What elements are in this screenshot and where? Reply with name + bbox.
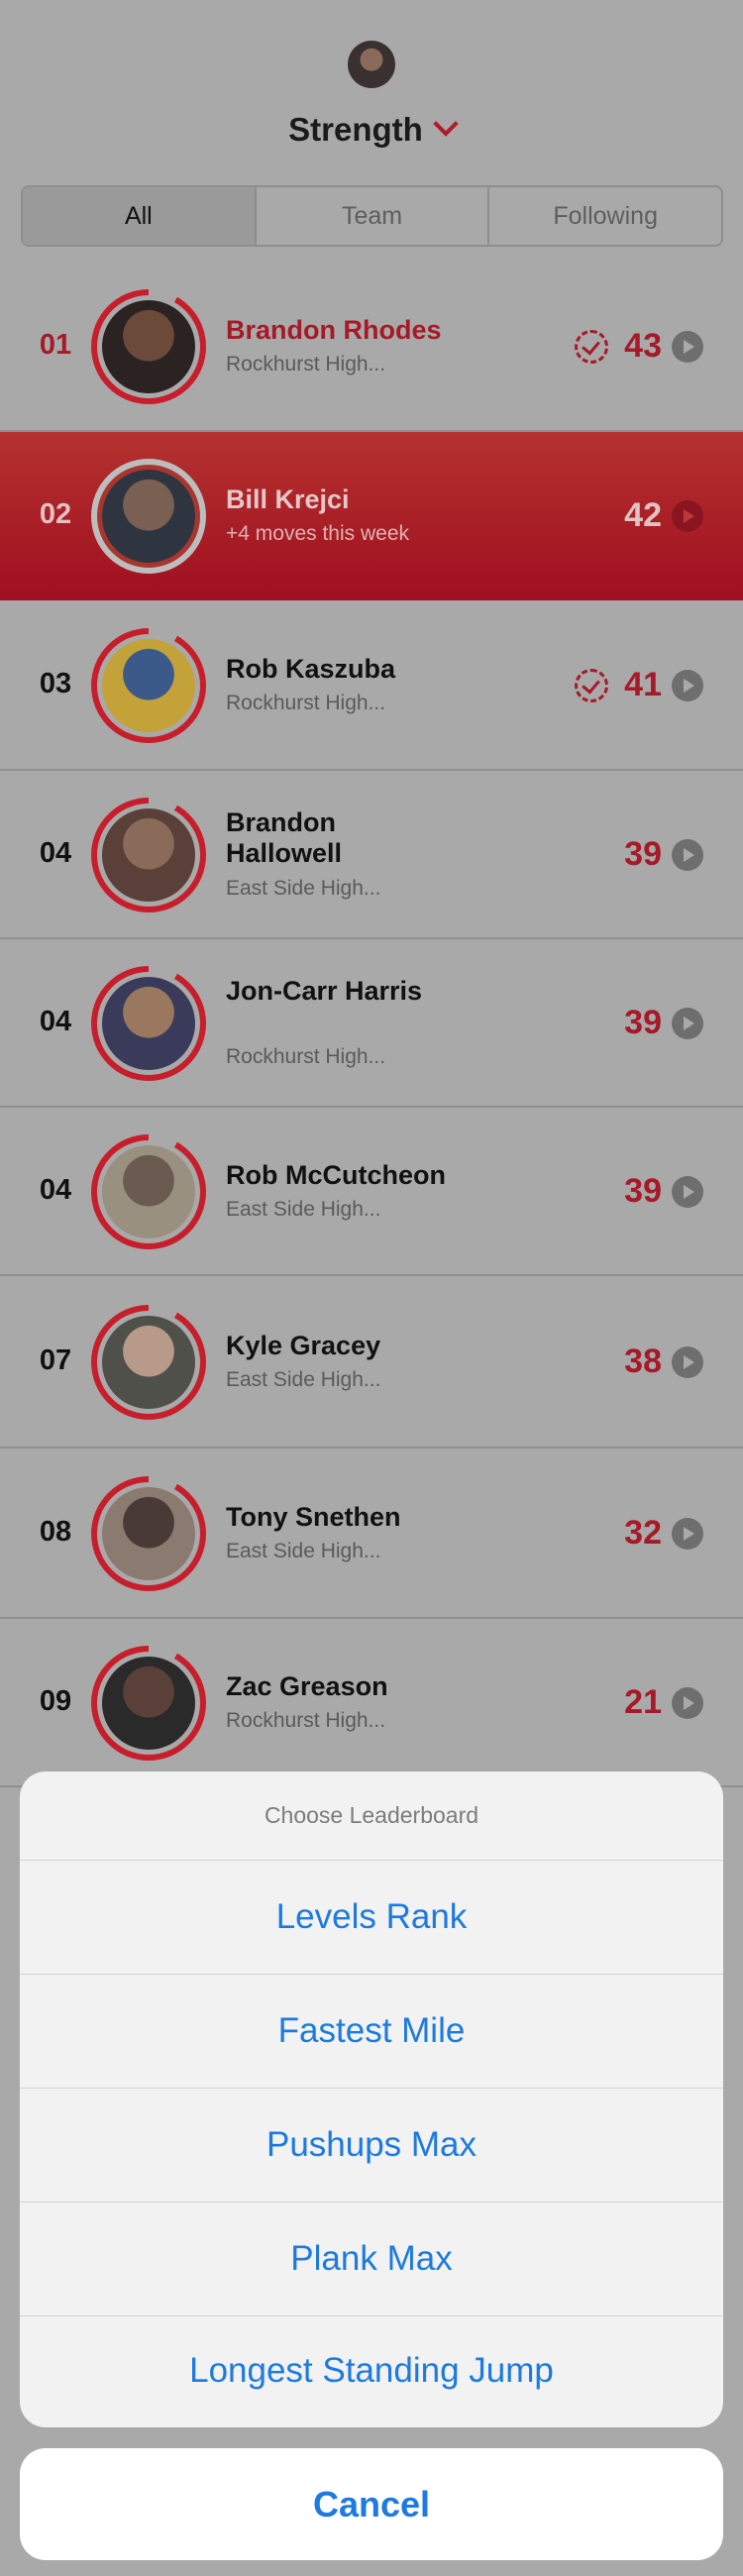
- tab-following[interactable]: Following: [489, 187, 721, 245]
- player-score: 39: [624, 835, 662, 873]
- player-name[interactable]: Kyle Gracey: [226, 1331, 454, 1361]
- player-subtitle: East Side High...: [226, 1540, 381, 1562]
- leaderboard-row[interactable]: 09 Zac Greason Rockhurst High... 21: [0, 1619, 743, 1787]
- player-name[interactable]: Brandon Rhodes: [226, 315, 454, 346]
- player-subtitle: Rockhurst High...: [226, 353, 386, 376]
- leaderboard-row[interactable]: 04 Rob McCutcheon East Side High... 39: [0, 1108, 743, 1276]
- cancel-button[interactable]: Cancel: [20, 2448, 723, 2560]
- option-plank-max[interactable]: Plank Max: [20, 2202, 723, 2316]
- avatar[interactable]: [91, 1646, 206, 1761]
- leaderboard-row[interactable]: 08 Tony Snethen East Side High... 32: [0, 1449, 743, 1619]
- avatar[interactable]: [91, 1476, 206, 1591]
- page-title[interactable]: Strength: [288, 111, 423, 148]
- player-photo: [102, 470, 195, 563]
- player-subtitle: Rockhurst High...: [226, 1709, 386, 1732]
- player-photo: [102, 1145, 195, 1238]
- player-score: 39: [624, 1004, 662, 1041]
- player-name[interactable]: Jon-Carr Harris: [226, 976, 454, 1007]
- player-score: 21: [624, 1683, 662, 1721]
- filter-segmented-control: All Team Following: [21, 185, 723, 247]
- option-levels-rank[interactable]: Levels Rank: [20, 1861, 723, 1975]
- choose-leaderboard-sheet: Choose Leaderboard Levels Rank Fastest M…: [20, 1771, 723, 2427]
- player-photo: [102, 300, 195, 393]
- avatar[interactable]: [91, 1305, 206, 1420]
- avatar[interactable]: [91, 289, 206, 404]
- player-score: 42: [624, 496, 662, 534]
- player-photo: [102, 808, 195, 902]
- player-subtitle: +4 moves this week: [226, 522, 410, 545]
- leaderboard-row[interactable]: 01 Brandon Rhodes Rockhurst High... 43: [0, 262, 743, 432]
- tab-team[interactable]: Team: [257, 187, 490, 245]
- player-photo: [102, 977, 195, 1070]
- avatar[interactable]: [91, 459, 206, 574]
- play-icon[interactable]: [672, 1687, 703, 1719]
- player-name[interactable]: Zac Greason: [226, 1671, 454, 1702]
- verified-check-icon: [575, 330, 608, 364]
- player-subtitle: Rockhurst High...: [226, 692, 386, 714]
- avatar[interactable]: [91, 1134, 206, 1249]
- leaderboard-row[interactable]: 04 Brandon Hallowell East Side High... 39: [0, 771, 743, 939]
- leaderboard-row[interactable]: 04 Jon-Carr Harris Rockhurst High... 39: [0, 939, 743, 1108]
- play-icon[interactable]: [672, 1518, 703, 1550]
- player-score: 43: [624, 327, 662, 365]
- sheet-title: Choose Leaderboard: [20, 1771, 723, 1861]
- play-icon[interactable]: [672, 1176, 703, 1208]
- player-photo: [102, 1657, 195, 1750]
- avatar[interactable]: [91, 798, 206, 912]
- player-photo: [102, 1316, 195, 1409]
- play-icon[interactable]: [672, 1346, 703, 1378]
- player-subtitle: East Side High...: [226, 1368, 381, 1391]
- leaderboard-row[interactable]: 03 Rob Kaszuba Rockhurst High... 41: [0, 600, 743, 771]
- play-icon[interactable]: [672, 500, 703, 532]
- play-icon[interactable]: [672, 670, 703, 701]
- avatar[interactable]: [91, 628, 206, 743]
- tab-all[interactable]: All: [23, 187, 257, 245]
- player-score: 32: [624, 1514, 662, 1552]
- player-name[interactable]: Tony Snethen: [226, 1502, 454, 1533]
- leaderboard-row[interactable]: 07 Kyle Gracey East Side High... 38: [0, 1276, 743, 1449]
- player-subtitle: East Side High...: [226, 877, 381, 900]
- play-icon[interactable]: [672, 1008, 703, 1039]
- play-icon[interactable]: [672, 331, 703, 363]
- leaderboard-selector[interactable]: Strength: [0, 111, 743, 149]
- leaderboard-row[interactable]: 02 Bill Krejci +4 moves this week 42: [0, 432, 743, 600]
- player-score: 38: [624, 1342, 662, 1380]
- player-photo: [102, 1487, 195, 1580]
- player-name[interactable]: Brandon Hallowell: [226, 807, 454, 869]
- player-name[interactable]: Rob McCutcheon: [226, 1160, 454, 1191]
- option-fastest-mile[interactable]: Fastest Mile: [20, 1975, 723, 2089]
- avatar[interactable]: [91, 966, 206, 1081]
- chevron-down-icon[interactable]: [433, 111, 459, 137]
- leaderboard-list: 01 Brandon Rhodes Rockhurst High... 43 02 Bil…: [0, 262, 743, 1787]
- player-score: 41: [624, 666, 662, 703]
- option-pushups-max[interactable]: Pushups Max: [20, 2089, 723, 2202]
- verified-check-icon: [575, 669, 608, 702]
- player-name[interactable]: Rob Kaszuba: [226, 654, 454, 685]
- play-icon[interactable]: [672, 839, 703, 871]
- option-longest-standing-jump[interactable]: Longest Standing Jump: [20, 2316, 723, 2425]
- player-subtitle: Rockhurst High...: [226, 1045, 386, 1068]
- player-name[interactable]: Bill Krejci: [226, 484, 454, 515]
- player-score: 39: [624, 1172, 662, 1210]
- profile-avatar[interactable]: [348, 41, 395, 88]
- player-subtitle: East Side High...: [226, 1198, 381, 1221]
- player-photo: [102, 639, 195, 732]
